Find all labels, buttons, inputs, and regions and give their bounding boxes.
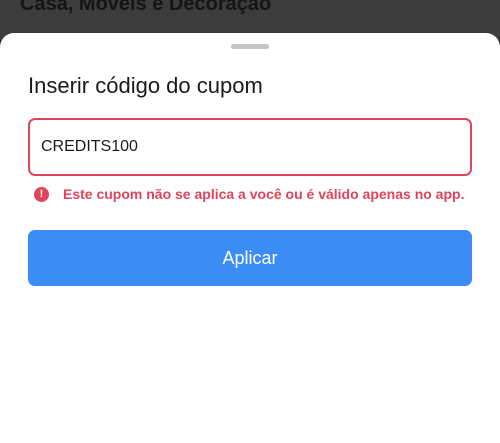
alert-circle-icon: ! — [34, 186, 49, 202]
coupon-error-message: ! Este cupom não se aplica a você ou é v… — [34, 184, 464, 204]
sheet-title: Inserir código do cupom — [28, 73, 263, 98]
apply-button[interactable]: Aplicar — [28, 230, 472, 286]
coupon-code-input[interactable] — [28, 118, 472, 176]
coupon-bottom-sheet: Inserir código do cupom ! Este cupom não… — [0, 33, 500, 443]
sheet-drag-handle[interactable] — [231, 44, 269, 49]
background-page-title: Casa, Móveis e Decoração — [20, 0, 272, 15]
error-text: Este cupom não se aplica a você ou é vál… — [63, 186, 465, 202]
